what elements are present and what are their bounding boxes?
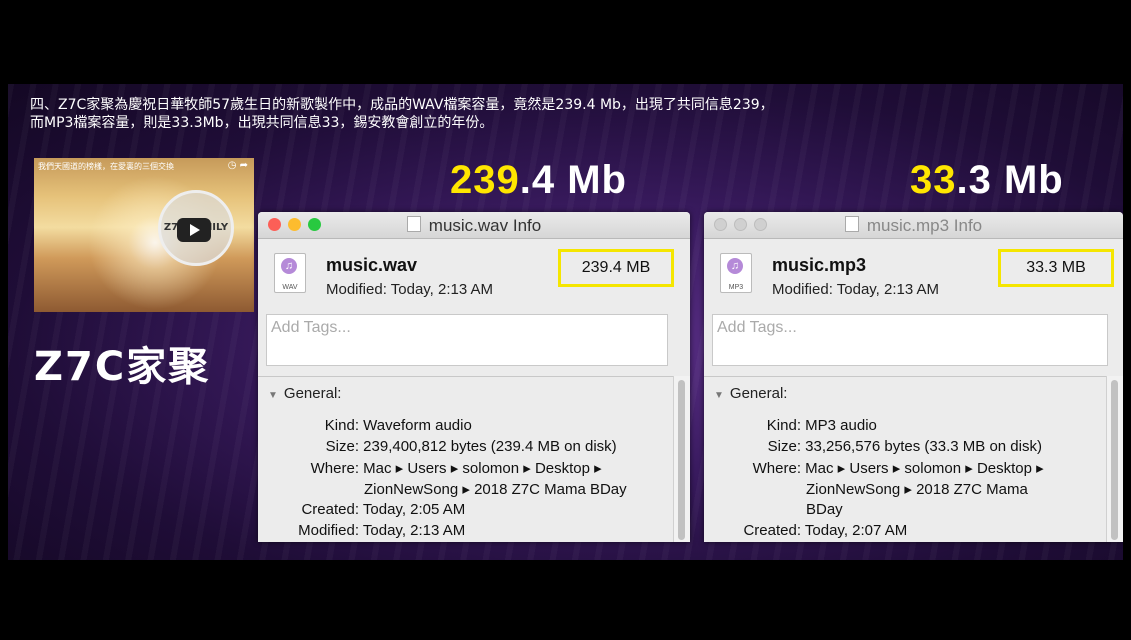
disclosure-triangle-icon[interactable]: ▼ <box>714 390 724 401</box>
scrollbar-thumb[interactable] <box>1111 380 1118 540</box>
mp3-info-window: music.mp3 Info ♫ MP3 music.mp3 Modified:… <box>704 212 1123 542</box>
created-row: Created: Today, 2:05 AM <box>268 501 465 518</box>
wav-titlebar: music.wav Info <box>258 212 690 239</box>
headline-mp3-highlight: 33 <box>910 158 957 202</box>
where-row: Where: Mac ▸ Users ▸ solomon ▸ Desktop ▸ <box>714 459 1044 477</box>
music-note-icon: ♫ <box>281 258 297 274</box>
modified-value: Today, 2:13 AM <box>362 522 466 539</box>
tags-field[interactable]: Add Tags... <box>712 314 1108 366</box>
file-modified: Modified: Today, 2:13 AM <box>772 281 940 298</box>
where-label: Where: <box>310 460 359 477</box>
modified-row: Modified: Today, 2:13 AM <box>268 522 465 539</box>
kind-value: MP3 audio <box>805 417 877 434</box>
video-action-icons[interactable]: ◷ ➦ <box>228 160 248 171</box>
headline-wav-rest: .4 Mb <box>519 158 627 202</box>
created-row: Created: Today, 2:07 AM <box>714 522 907 539</box>
play-button-icon[interactable] <box>177 218 211 242</box>
size-row: Size: 239,400,812 bytes (239.4 MB on dis… <box>268 438 617 455</box>
created-value: Today, 2:05 AM <box>362 501 466 518</box>
window-title-text: music.wav Info <box>428 216 542 235</box>
modified-label: Modified: <box>298 522 359 539</box>
file-modified: Modified: Today, 2:13 AM <box>326 281 494 298</box>
headline-wav-highlight: 239 <box>450 158 520 202</box>
kind-label: Kind: <box>324 417 359 434</box>
general-disclosure[interactable]: ▼ General: <box>714 385 787 402</box>
general-section: ▼ General: Kind: MP3 audio Size: 33,256,5… <box>704 376 1107 542</box>
headline-wav-size: 239.4 Mb <box>450 158 627 203</box>
file-icon <box>844 216 859 232</box>
created-value: Today, 2:07 AM <box>804 522 908 539</box>
scrollbar[interactable] <box>1106 376 1123 542</box>
file-size-badge: 239.4 MB <box>558 249 674 287</box>
scrollbar-thumb[interactable] <box>678 380 685 540</box>
where-row: Where: Mac ▸ Users ▸ solomon ▸ Desktop ▸ <box>268 459 602 477</box>
where-row-cont: ZionNewSong ▸ 2018 Z7C Mama <box>806 481 1028 498</box>
caption-line-2: 而MP3檔案容量，則是33.3Mb，出現共同信息33，錫安教會創立的年份。 <box>30 115 494 131</box>
file-header: ♫ MP3 music.mp3 Modified: Today, 2:13 AM… <box>704 239 1123 307</box>
general-label: General: <box>729 385 788 402</box>
audio-file-icon: ♫ WAV <box>274 253 306 293</box>
file-name: music.mp3 <box>772 255 867 275</box>
video-frame: 四、Z7C家聚為慶祝日華牧師57歲生日的新歌製作中，成品的WAV檔案容量，竟然是… <box>0 0 1131 640</box>
caption-line-1: 四、Z7C家聚為慶祝日華牧師57歲生日的新歌製作中，成品的WAV檔案容量，竟然是… <box>30 97 774 113</box>
file-header: ♫ WAV music.wav Modified: Today, 2:13 AM… <box>258 239 690 307</box>
general-section: ▼ General: Kind: Waveform audio Size: 239… <box>258 376 674 542</box>
window-title-text: music.mp3 Info <box>866 216 983 235</box>
file-name: music.wav <box>326 255 418 275</box>
music-note-icon: ♫ <box>727 258 743 274</box>
where-row-cont-2: BDay <box>806 501 843 518</box>
mp3-titlebar: music.mp3 Info <box>704 212 1123 239</box>
file-size-badge: 33.3 MB <box>998 249 1114 287</box>
where-value: Mac ▸ Users ▸ solomon ▸ Desktop ▸ <box>363 460 602 477</box>
headline-mp3-rest: .3 Mb <box>956 158 1064 202</box>
created-label: Created: <box>301 501 359 518</box>
where-row-cont: ZionNewSong ▸ 2018 Z7C Mama BDay <box>364 481 627 498</box>
kind-row: Kind: Waveform audio <box>268 417 472 434</box>
disclosure-triangle-icon[interactable]: ▼ <box>268 390 278 401</box>
file-icon <box>406 216 421 232</box>
headline-mp3-size: 33.3 Mb <box>910 158 1064 203</box>
size-label: Size: <box>325 438 359 455</box>
window-title: music.mp3 Info <box>704 216 1123 236</box>
where-label: Where: <box>752 460 801 477</box>
kind-value: Waveform audio <box>363 417 472 434</box>
video-title: 我們天國道的榜樣，在愛裏的三個交換 <box>38 162 174 171</box>
wav-info-window: music.wav Info ♫ WAV music.wav Modified:… <box>258 212 690 542</box>
size-label: Size: <box>767 438 801 455</box>
file-extension: WAV <box>282 284 298 291</box>
size-value: 239,400,812 bytes (239.4 MB on disk) <box>363 438 617 455</box>
general-disclosure[interactable]: ▼ General: <box>268 385 341 402</box>
created-label: Created: <box>743 522 801 539</box>
audio-file-icon: ♫ MP3 <box>720 253 752 293</box>
tags-field[interactable]: Add Tags... <box>266 314 668 366</box>
scrollbar[interactable] <box>673 376 690 542</box>
brand-title: Z7C家聚 <box>34 344 211 390</box>
file-extension: MP3 <box>728 284 744 291</box>
video-thumbnail[interactable]: 我們天國道的榜樣，在愛裏的三個交換 ◷ ➦ Z7C FAMILY <box>34 158 254 312</box>
caption: 四、Z7C家聚為慶祝日華牧師57歲生日的新歌製作中，成品的WAV檔案容量，竟然是… <box>30 96 1100 132</box>
size-value: 33,256,576 bytes (33.3 MB on disk) <box>805 438 1042 455</box>
window-title: music.wav Info <box>258 216 690 236</box>
general-label: General: <box>283 385 342 402</box>
size-row: Size: 33,256,576 bytes (33.3 MB on disk) <box>714 438 1042 455</box>
slide: 四、Z7C家聚為慶祝日華牧師57歲生日的新歌製作中，成品的WAV檔案容量，竟然是… <box>8 84 1123 560</box>
where-value: Mac ▸ Users ▸ solomon ▸ Desktop ▸ <box>805 460 1044 477</box>
kind-row: Kind: MP3 audio <box>714 417 877 434</box>
kind-label: Kind: <box>766 417 801 434</box>
